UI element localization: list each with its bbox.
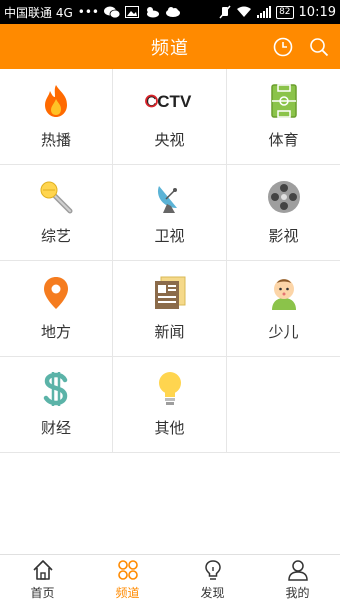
- app-header: 频道: [0, 24, 340, 69]
- channel-label: 地方: [40, 323, 71, 341]
- clock-time: 10:19: [298, 4, 336, 20]
- channel-finance[interactable]: 财经: [0, 357, 113, 453]
- channel-label: 综艺: [40, 227, 71, 245]
- channel-variety[interactable]: 综艺: [0, 165, 113, 261]
- search-icon: [310, 37, 329, 56]
- satellite-dish-icon: [152, 179, 188, 215]
- film-reel-icon: [266, 179, 302, 215]
- channel-label: 体育: [268, 131, 299, 149]
- nav-profile[interactable]: 我的: [255, 555, 340, 604]
- nav-label: 首页: [30, 586, 55, 600]
- status-bar: 中国联通 4G ••• 82 10:19: [0, 0, 340, 24]
- map-pin-icon: [38, 275, 74, 311]
- channel-news[interactable]: 新闻: [113, 261, 227, 357]
- soccer-field-icon: [266, 83, 302, 119]
- more-dots: •••: [77, 5, 99, 19]
- clock-icon: [273, 37, 293, 56]
- image-icon: [124, 6, 139, 18]
- nav-label: 发现: [200, 586, 225, 600]
- channel-kids[interactable]: 少儿: [227, 261, 340, 357]
- discover-bulb-icon: [201, 558, 225, 582]
- nav-label: 频道: [115, 586, 140, 600]
- channel-label: 卫视: [154, 227, 185, 245]
- carrier-label: 中国联通 4G: [4, 5, 73, 20]
- channels-grid-icon: [116, 558, 140, 582]
- mute-icon: [219, 5, 231, 19]
- search-button[interactable]: [308, 36, 330, 58]
- page-title: 频道: [151, 37, 189, 59]
- channel-cctv[interactable]: CCTV 央视: [113, 69, 227, 165]
- channel-film[interactable]: 影视: [227, 165, 340, 261]
- lightbulb-icon: [152, 371, 188, 407]
- dollar-icon: [38, 371, 74, 407]
- cctv-logo-icon: CCTV: [145, 83, 195, 119]
- channel-label: 热播: [40, 131, 71, 149]
- wechat-icon: [103, 6, 120, 19]
- channel-label: 少儿: [268, 323, 299, 341]
- signal-icon: [257, 6, 272, 18]
- battery-indicator: 82: [276, 5, 294, 19]
- user-icon: [286, 558, 310, 582]
- baby-icon: [266, 275, 302, 311]
- nav-channels[interactable]: 频道: [85, 555, 170, 604]
- nav-discover[interactable]: 发现: [170, 555, 255, 604]
- history-button[interactable]: [272, 36, 294, 58]
- channel-sports[interactable]: 体育: [227, 69, 340, 165]
- cloud-icon: [165, 6, 181, 18]
- channel-label: 央视: [154, 131, 185, 149]
- channel-local[interactable]: 地方: [0, 261, 113, 357]
- fire-icon: [38, 83, 74, 119]
- empty-cell: [227, 357, 340, 453]
- wifi-icon: [236, 6, 252, 18]
- channel-label: 其他: [154, 419, 185, 437]
- newspaper-icon: [152, 275, 188, 311]
- home-icon: [31, 558, 55, 582]
- nav-label: 我的: [285, 586, 310, 600]
- channel-hot[interactable]: 热播: [0, 69, 113, 165]
- microphone-icon: [38, 179, 74, 215]
- channel-other[interactable]: 其他: [113, 357, 227, 453]
- nav-home[interactable]: 首页: [0, 555, 85, 604]
- bottom-nav: 首页 频道 发现 我的: [0, 554, 340, 604]
- weather-icon: [144, 6, 160, 18]
- channel-label: 新闻: [154, 323, 185, 341]
- channel-label: 影视: [268, 227, 299, 245]
- channel-satellite[interactable]: 卫视: [113, 165, 227, 261]
- channel-label: 财经: [40, 419, 71, 437]
- channel-grid: 热播 CCTV 央视 体育 综艺 卫视 影视 地方 新闻 少儿 财经 其他: [0, 69, 340, 453]
